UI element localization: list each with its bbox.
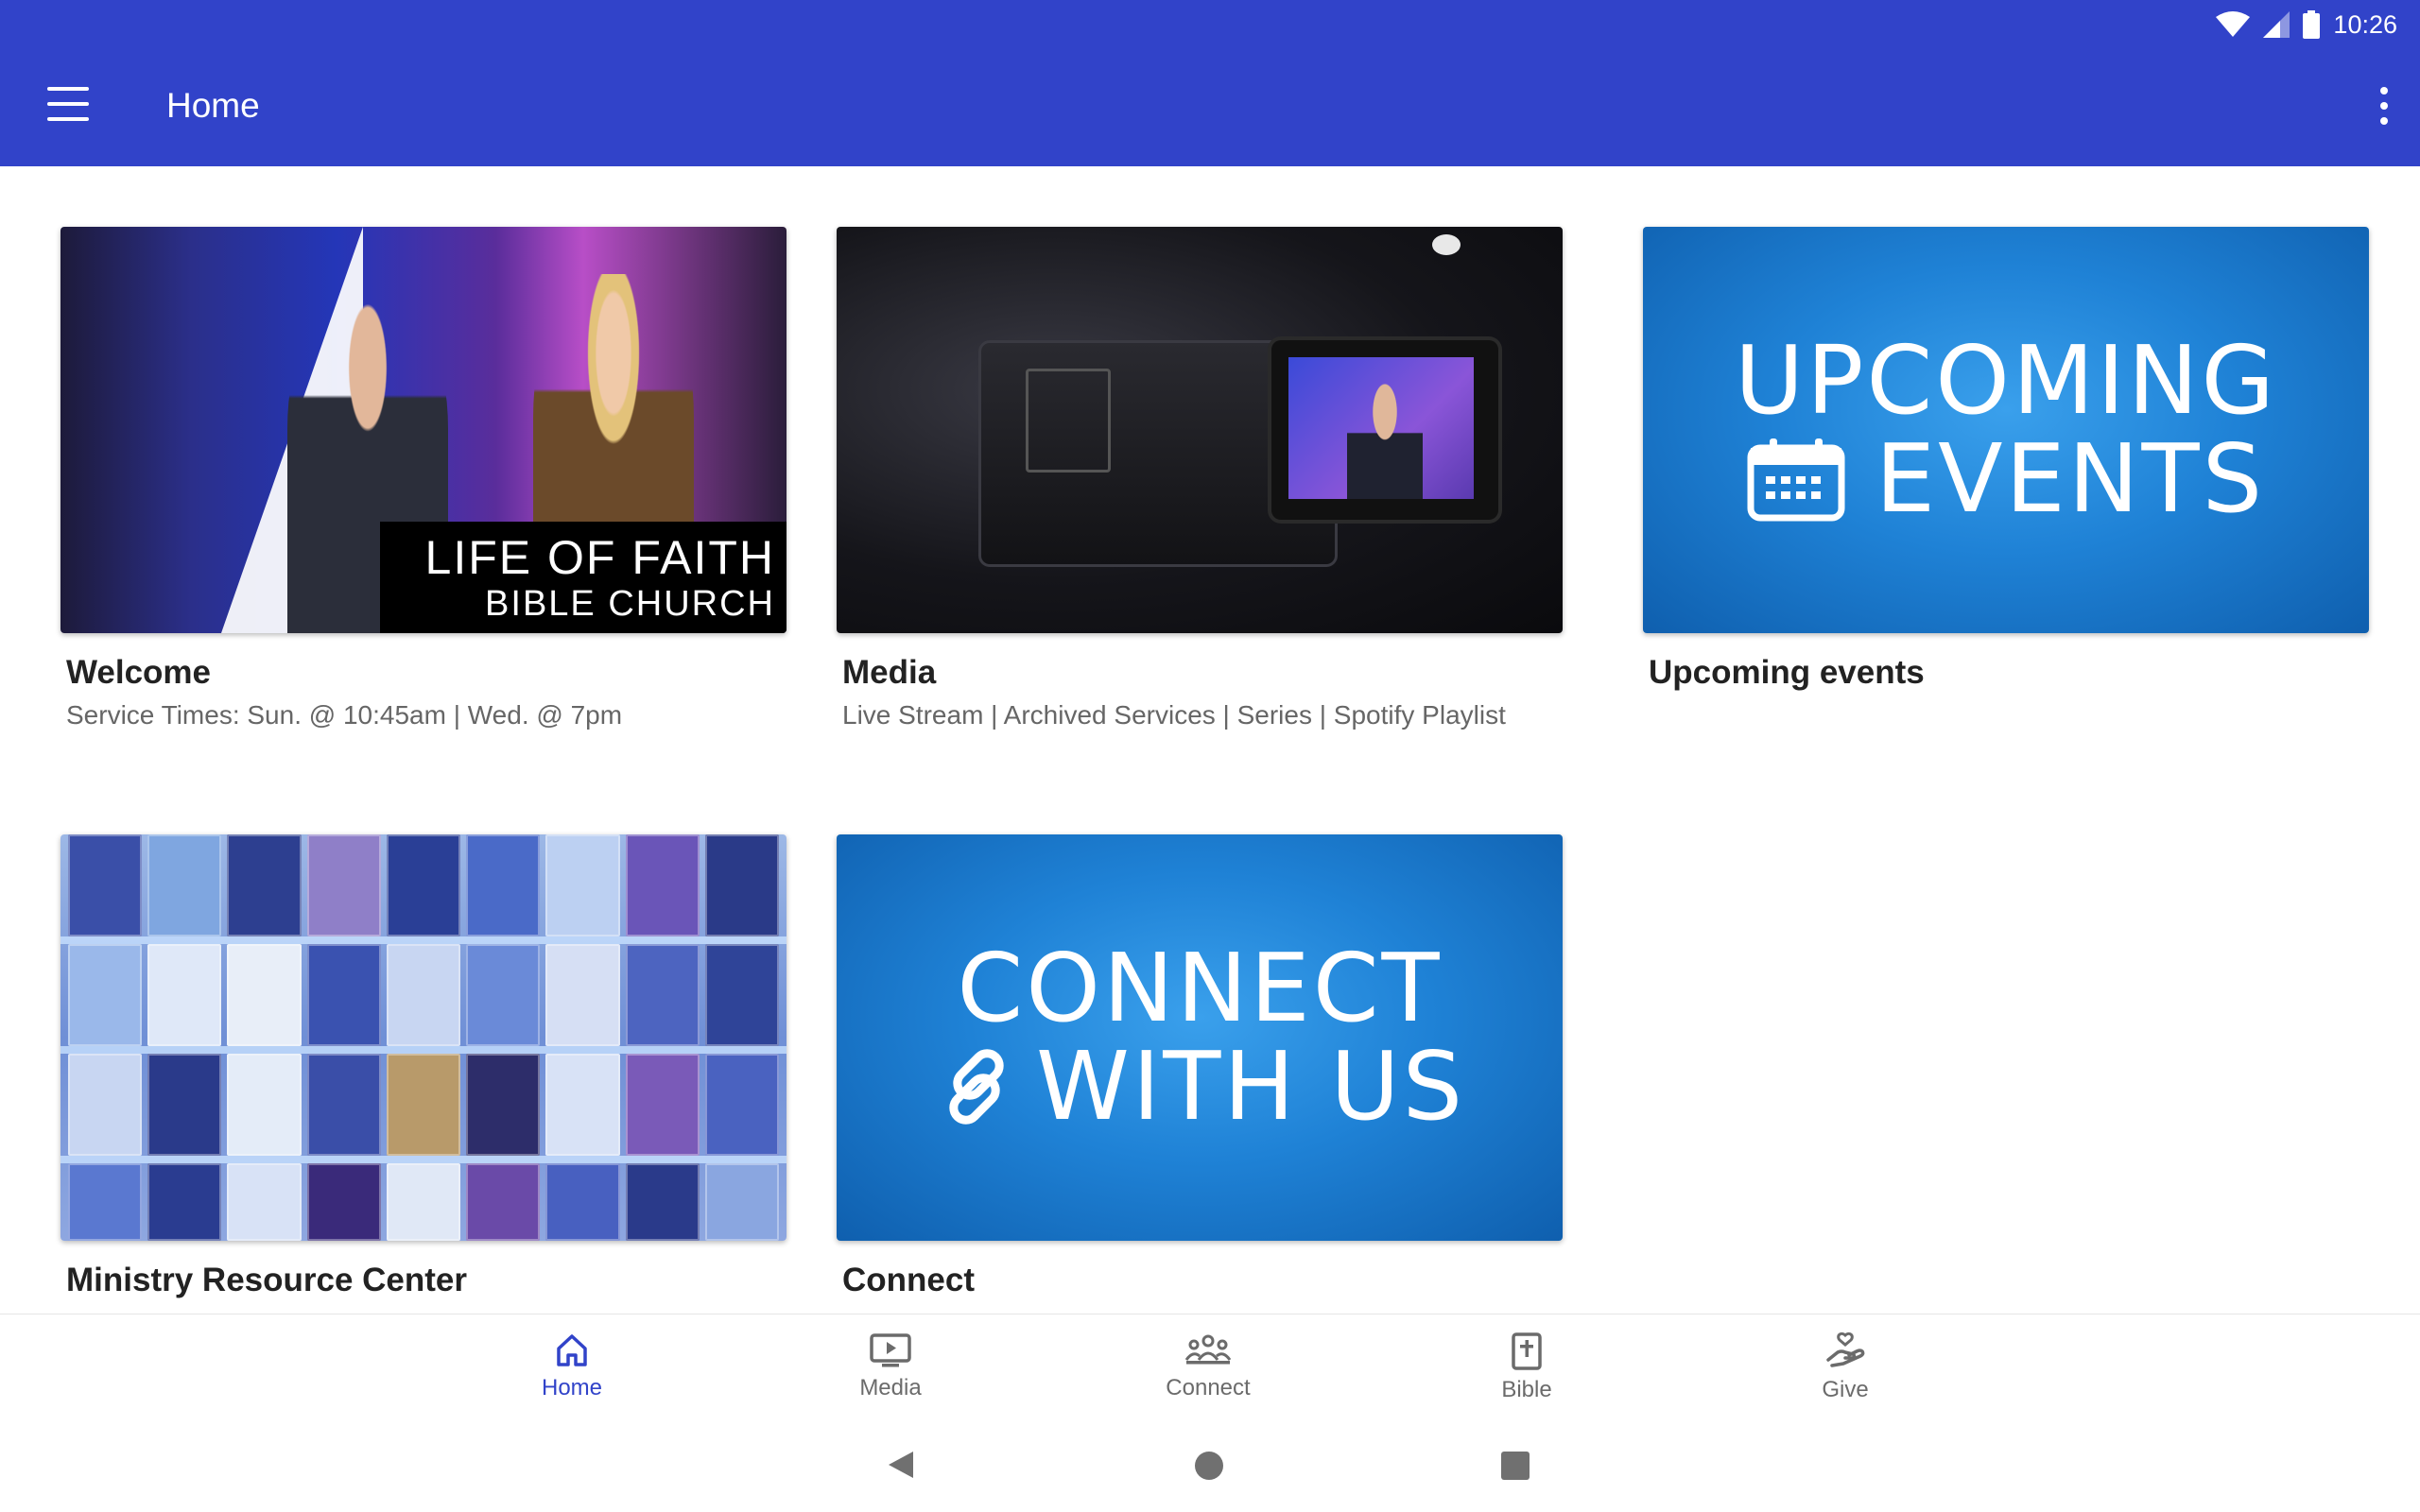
status-bar: 10:26 [2216, 6, 2397, 43]
card-title: Welcome [66, 654, 212, 691]
card-title: Ministry Resource Center [66, 1262, 468, 1298]
system-navigation-bar [0, 1418, 2420, 1512]
cell-signal-icon [2263, 11, 2290, 38]
upcoming-events-image: UPCOMING EVENTS [1643, 227, 2369, 633]
bookshelf-image [60, 834, 786, 1241]
people-icon [1184, 1334, 1232, 1365]
card-upcoming-events[interactable]: UPCOMING EVENTS Upcoming events [1643, 227, 2369, 694]
home-circle-icon[interactable] [1195, 1452, 1223, 1480]
card-title: Connect [842, 1262, 975, 1298]
overflow-menu-icon[interactable] [2375, 87, 2394, 125]
wifi-icon [2216, 11, 2251, 37]
welcome-image: LIFE OF FAITH BIBLE CHURCH [60, 227, 786, 633]
bible-icon [1512, 1332, 1542, 1370]
church-logo-banner: LIFE OF FAITH BIBLE CHURCH [380, 522, 786, 633]
nav-item-home[interactable]: Home [477, 1332, 666, 1401]
connect-image: CONNECT WITH US [837, 834, 1563, 1241]
nav-item-bible[interactable]: Bible [1432, 1332, 1621, 1403]
home-grid: LIFE OF FAITH BIBLE CHURCH Welcome Servi… [0, 166, 2420, 1314]
nav-item-give[interactable]: Give [1751, 1332, 1940, 1403]
card-subtitle: Live Stream | Archived Services | Series… [842, 700, 1506, 730]
link-chain-icon [949, 1049, 1004, 1125]
give-hand-icon [1826, 1332, 1865, 1367]
calendar-icon [1747, 438, 1845, 522]
nav-label: Connect [1166, 1375, 1251, 1400]
card-title: Upcoming events [1649, 654, 1925, 691]
nav-label: Bible [1501, 1377, 1552, 1402]
card-welcome[interactable]: LIFE OF FAITH BIBLE CHURCH Welcome Servi… [60, 227, 786, 733]
hamburger-menu-icon[interactable] [47, 87, 89, 121]
nav-label: Home [541, 1375, 603, 1400]
status-time: 10:26 [2333, 9, 2397, 39]
back-icon[interactable] [887, 1450, 915, 1480]
card-media[interactable]: Media Live Stream | Archived Services | … [837, 227, 1563, 733]
bottom-navigation: Home Media Connect Bible Give [0, 1314, 2420, 1418]
page-title: Home [166, 86, 260, 125]
card-ministry-resource-center[interactable]: Ministry Resource Center [60, 834, 786, 1301]
card-title: Media [842, 654, 937, 691]
card-connect[interactable]: CONNECT WITH US Connect [837, 834, 1563, 1301]
tv-play-icon [870, 1333, 911, 1367]
home-icon [557, 1334, 587, 1366]
card-subtitle: Service Times: Sun. @ 10:45am | Wed. @ 7… [66, 700, 623, 730]
nav-label: Media [859, 1375, 922, 1400]
nav-item-media[interactable]: Media [796, 1332, 985, 1401]
app-bar: 10:26 Home [0, 0, 2420, 166]
recents-square-icon[interactable] [1501, 1452, 1530, 1480]
media-image [837, 227, 1563, 633]
nav-label: Give [1822, 1377, 1869, 1402]
nav-item-connect[interactable]: Connect [1114, 1332, 1303, 1401]
battery-icon [2303, 10, 2321, 39]
